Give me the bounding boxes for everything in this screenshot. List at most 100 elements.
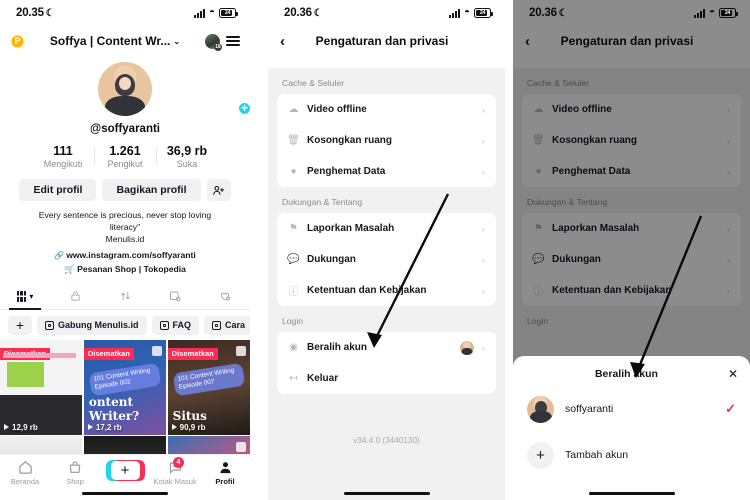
sheet-title: Beralih akun <box>594 368 658 380</box>
video-cell[interactable]: Disematkan 101 Content Writing Episode 0… <box>83 339 167 435</box>
chevron-right-icon: › <box>482 135 485 146</box>
chevron-right-icon: › <box>482 166 485 177</box>
switch-account-sheet: Beralih akun ✕ soffyaranti ✓ + Tambah ak… <box>513 356 750 500</box>
avatar-badge: 18 <box>214 42 222 51</box>
moon-icon: ☾ <box>45 8 55 19</box>
video-views: 12,9 rb <box>4 423 38 432</box>
shopping-cart-icon: 🛒 <box>64 263 75 274</box>
close-icon[interactable]: ✕ <box>728 368 738 380</box>
link-icon: 🔗 <box>54 250 65 260</box>
cloud-download-icon: ☁ <box>288 104 299 115</box>
chevron-right-icon: › <box>482 285 485 296</box>
stat-following[interactable]: 111 Mengikuti <box>32 144 94 169</box>
add-account-row[interactable]: + Tambah akun <box>513 436 750 474</box>
chevron-right-icon: › <box>482 223 485 234</box>
person-icon <box>220 462 230 474</box>
status-icons: ◓ 24 <box>448 7 493 18</box>
add-person-icon[interactable] <box>206 179 231 201</box>
video-cell[interactable]: Disematkan 101 Content Writing Episode 0… <box>167 339 250 435</box>
panel-settings: 20.36 ☾ ◓ 24 ‹ Pengaturan dan privasi Cac… <box>268 0 505 500</box>
pro-badge[interactable]: P <box>10 33 25 49</box>
profile-stats: 111 Mengikuti 1.261 Pengikut 36,9 rb Suk… <box>0 144 250 169</box>
plus-icon: + <box>527 441 554 469</box>
section-label-login: Login <box>282 316 304 326</box>
row-dukungan[interactable]: 💬 Dukungan › <box>277 244 496 275</box>
account-avatar <box>460 340 474 355</box>
video-overlay-text: 101 Content Writing Episode 007 <box>172 362 246 397</box>
row-laporkan-masalah[interactable]: ⚑ Laporkan Masalah › <box>277 213 496 244</box>
status-icons: ◓ 24 <box>193 8 238 18</box>
signal-icon <box>448 8 460 18</box>
row-penghemat-data[interactable]: ● Penghemat Data › <box>277 156 496 187</box>
chevron-down-icon: ▾ <box>29 291 34 301</box>
chevron-right-icon: › <box>482 254 485 265</box>
stat-followers[interactable]: 1.261 Pengikut <box>94 144 156 169</box>
nav-shop[interactable]: Shop <box>50 460 100 486</box>
trash-icon: 🗑 <box>287 135 300 146</box>
tab-grid[interactable]: ▾ <box>0 284 50 309</box>
stat-label: Suka <box>176 159 198 169</box>
pinned-badge: Disematkan <box>0 347 51 360</box>
stat-value: 111 <box>53 144 73 158</box>
video-title-text: ontent Writer? <box>88 394 140 423</box>
avatar[interactable] <box>98 62 152 116</box>
nav-create[interactable]: + <box>100 460 150 481</box>
panel-switch-account: 20.36 ☾ ◓ 24 ‹ Pengaturan dan privasi Cac… <box>513 0 750 500</box>
profile-title-text: Soffya | Content Wr... <box>49 34 171 48</box>
play-icon <box>171 424 177 431</box>
wifi-icon: ◓ <box>463 7 470 18</box>
playlist-chip[interactable]: FAQ <box>151 315 200 335</box>
edit-profile-button[interactable]: Edit profil <box>19 179 97 201</box>
bio-line-1: Every sentence is precious, never stop l… <box>38 210 212 220</box>
nav-profil[interactable]: Profil <box>200 460 250 486</box>
stat-label: Pengikut <box>107 159 143 169</box>
bio-link-text: www.instagram.com/soffyaranti <box>66 249 196 260</box>
screenshot-stage: 20.35 ☾ ◓ 24 P Soffya | Content Wr... ⌄ 1… <box>0 0 750 500</box>
switch-account-icon: ◉ <box>289 342 298 353</box>
row-video-offline[interactable]: ☁ Video offline › <box>277 94 496 125</box>
bio-line-3: Menulis.id <box>105 233 145 244</box>
bio-website-link[interactable]: 🔗 www.instagram.com/soffyaranti <box>0 250 250 260</box>
home-indicator <box>343 491 430 495</box>
data-saver-icon: ● <box>290 166 297 177</box>
profile-title-dropdown[interactable]: Soffya | Content Wr... ⌄ <box>31 34 199 48</box>
tab-tagged[interactable] <box>150 284 200 309</box>
row-kosongkan-ruang[interactable]: 🗑 Kosongkan ruang › <box>277 125 496 156</box>
share-profile-button[interactable]: Bagikan profil <box>102 179 201 201</box>
settings-card-support: ⚑ Laporkan Masalah › 💬 Dukungan › ⓘ Kete… <box>277 213 496 306</box>
account-avatar <box>527 395 554 423</box>
profile-handle: @soffyaranti <box>89 123 160 135</box>
nav-kotak-masuk[interactable]: Kotak Masuk 4 <box>150 457 200 486</box>
tab-private[interactable] <box>50 284 100 309</box>
logout-icon: ↤ <box>289 373 298 384</box>
video-sticker <box>152 345 163 356</box>
bio-line-2: literacy" <box>109 221 141 232</box>
stat-likes[interactable]: 36,9 rb Suka <box>156 144 218 169</box>
tab-liked[interactable] <box>200 284 250 309</box>
playlist-chip[interactable]: Gabung Menulis.id <box>37 315 147 335</box>
row-ketentuan-kebijakan[interactable]: ⓘ Ketentuan dan Kebijakan › <box>277 275 496 306</box>
account-row-soffyaranti[interactable]: soffyaranti ✓ <box>513 390 750 428</box>
sheet-header: Beralih akun ✕ <box>513 366 750 382</box>
row-keluar[interactable]: ↤ Keluar <box>277 363 496 394</box>
video-cell[interactable]: Disematkan 12,9 rb <box>0 339 83 435</box>
nav-beranda[interactable]: Beranda <box>0 460 50 486</box>
header-avatar[interactable]: 18 <box>205 33 222 51</box>
chevron-down-icon: ⌄ <box>173 36 181 46</box>
row-beralih-akun[interactable]: ◉ Beralih akun › <box>277 332 496 363</box>
hamburger-icon[interactable] <box>226 36 240 46</box>
panel-gap <box>250 0 268 500</box>
settings-card-cache: ☁ Video offline › 🗑 Kosongkan ruang › ● … <box>277 94 496 187</box>
profile-header: P Soffya | Content Wr... ⌄ 18 <box>0 26 250 56</box>
grid-icon <box>16 290 27 302</box>
playlist-chip[interactable]: Cara <box>204 315 250 335</box>
stat-label: Mengikuti <box>43 159 83 169</box>
video-title-text: Situs <box>172 408 207 423</box>
moon-icon: ☾ <box>313 8 323 19</box>
playlist-icon <box>212 320 222 330</box>
add-story-button[interactable]: + <box>237 101 250 116</box>
bio-shop-link[interactable]: 🛒 Pesanan Shop | Tokopedia <box>0 264 250 275</box>
add-playlist-chip[interactable]: + <box>8 315 32 335</box>
account-name: soffyaranti <box>565 403 614 415</box>
tab-repost[interactable] <box>100 284 150 309</box>
